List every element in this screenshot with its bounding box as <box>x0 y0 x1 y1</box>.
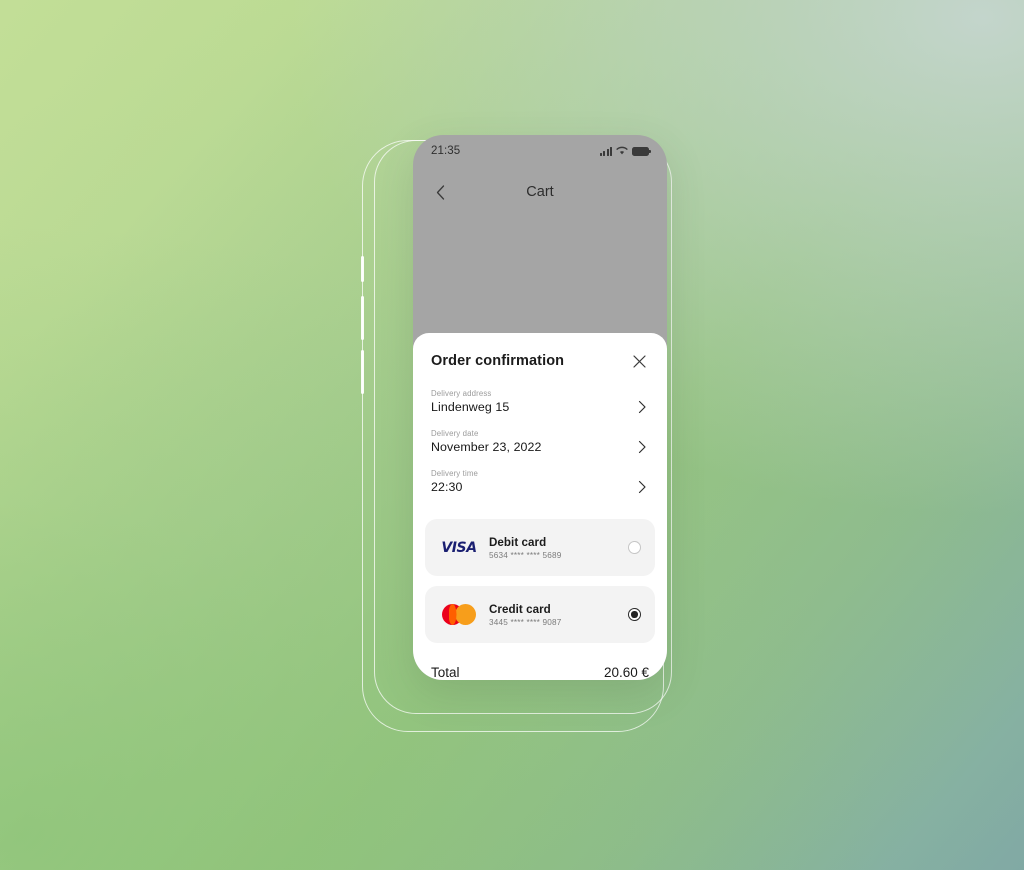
delivery-date-label: Delivery date <box>431 429 479 438</box>
delivery-date-value: November 23, 2022 <box>431 440 542 454</box>
page-title: Cart <box>526 184 554 200</box>
delivery-details: Delivery address Lindenweg 15 Delivery d… <box>413 371 667 509</box>
delivery-date-text: Delivery date November 23, 2022 <box>431 429 542 454</box>
delivery-time-value: 22:30 <box>431 480 463 494</box>
decorative-volume-down-button <box>361 350 364 394</box>
delivery-address-label: Delivery address <box>431 389 492 398</box>
mastercard-overlap <box>448 604 457 625</box>
wifi-icon <box>616 146 628 155</box>
visa-logo-icon: VISA <box>439 540 479 556</box>
delivery-address-row[interactable]: Delivery address Lindenweg 15 <box>431 389 649 414</box>
delivery-time-label: Delivery time <box>431 469 479 478</box>
decorative-volume-up-button <box>361 296 364 340</box>
sheet-title: Order confirmation <box>431 353 565 369</box>
chevron-right-icon <box>638 480 646 494</box>
status-time: 21:35 <box>431 145 461 157</box>
debit-card-number: 5634 **** **** 5689 <box>489 550 562 560</box>
delivery-time-text: Delivery time 22:30 <box>431 469 478 494</box>
battery-icon <box>632 146 651 156</box>
payment-method-list: VISA Debit card 5634 **** **** 5689 Cred… <box>413 519 667 653</box>
signal-bars-icon <box>600 146 612 156</box>
mastercard-circles <box>442 604 476 625</box>
debit-card-radio[interactable] <box>628 541 641 554</box>
credit-card-text: Credit card 3445 **** **** 9087 <box>479 603 628 627</box>
credit-card-number: 3445 **** **** 9087 <box>489 617 562 627</box>
visa-logo-text: VISA <box>441 539 477 556</box>
sheet-header: Order confirmation <box>413 333 667 371</box>
chevron-left-icon <box>436 184 444 200</box>
mastercard-logo-icon <box>439 604 479 625</box>
close-button[interactable] <box>629 351 649 371</box>
total-row: Total 20.60 € <box>413 653 667 680</box>
delivery-time-row[interactable]: Delivery time 22:30 <box>431 469 649 494</box>
status-bar: 21:35 <box>413 135 667 167</box>
phone-screen: 21:35 Cart Order confirmation Delivery a… <box>413 135 667 680</box>
debit-card-name: Debit card <box>489 535 547 549</box>
status-icons <box>600 146 651 156</box>
decorative-mute-switch <box>361 256 364 282</box>
close-icon <box>632 354 646 368</box>
chevron-right-icon <box>638 400 646 414</box>
back-button[interactable] <box>429 181 451 203</box>
mastercard-yellow-circle <box>455 604 476 625</box>
total-value: 20.60 € <box>603 665 649 680</box>
credit-card-radio[interactable] <box>628 608 641 621</box>
total-label: Total <box>431 665 460 680</box>
nav-bar: Cart <box>413 167 667 217</box>
payment-method-debit-card[interactable]: VISA Debit card 5634 **** **** 5689 <box>425 519 655 576</box>
sheet-spacer <box>413 509 667 519</box>
credit-card-name: Credit card <box>489 602 551 616</box>
delivery-date-row[interactable]: Delivery date November 23, 2022 <box>431 429 649 454</box>
order-confirmation-sheet: Order confirmation Delivery address Lind… <box>413 333 667 680</box>
chevron-right-icon <box>638 440 646 454</box>
debit-card-text: Debit card 5634 **** **** 5689 <box>479 536 628 560</box>
delivery-address-value: Lindenweg 15 <box>431 400 510 414</box>
delivery-address-text: Delivery address Lindenweg 15 <box>431 389 509 414</box>
payment-method-credit-card[interactable]: Credit card 3445 **** **** 9087 <box>425 586 655 643</box>
